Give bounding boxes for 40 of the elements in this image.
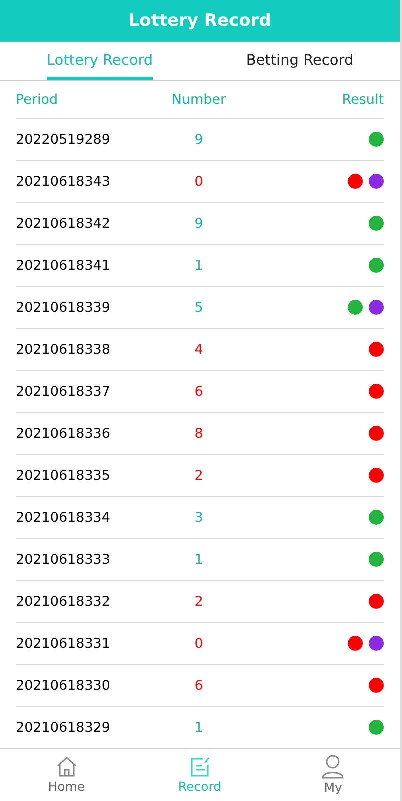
period-cell-text: 20210618330: [16, 678, 112, 694]
home-icon: [56, 756, 78, 778]
page-title: Lottery Record: [128, 11, 272, 31]
period-cell-text: 20210618336: [16, 426, 112, 442]
period-cell-text: 20210618333: [16, 552, 112, 568]
number-cell: 0: [194, 174, 204, 190]
tab[interactable]: Betting Record: [246, 42, 354, 80]
number-cell: 4: [194, 342, 204, 358]
period-cell-text: 20210618331: [16, 636, 112, 652]
number-cell: 8: [194, 426, 204, 442]
period-cell-text: 20210618339: [16, 300, 112, 316]
column-header: Period: [16, 92, 60, 108]
number-cell: 9: [194, 216, 204, 232]
number-cell: 2: [194, 594, 204, 610]
period-cell-text: 20210618343: [16, 174, 112, 190]
number-cell: 2: [194, 468, 204, 484]
period-cell-text: 20210618338: [16, 342, 112, 358]
period-cell-text: 20220519289: [16, 132, 112, 148]
number-cell: 6: [194, 384, 204, 400]
column-header: Result: [341, 92, 384, 108]
number-cell: 5: [194, 300, 204, 316]
number-cell: 0: [194, 636, 204, 652]
number-cell: 1: [194, 720, 204, 736]
period-cell-text: 20210618329: [16, 720, 112, 736]
nav-item[interactable]: Home: [0, 749, 134, 801]
number-cell: 1: [194, 552, 204, 568]
nav-item[interactable]: My: [266, 749, 400, 801]
edit-note-icon: [188, 756, 211, 778]
number-cell: 1: [194, 258, 204, 274]
period-cell-text: 20210618342: [16, 216, 112, 232]
number-cell: 6: [194, 678, 204, 694]
period-cell-text: 20210618337: [16, 384, 112, 400]
user-icon: [322, 755, 344, 779]
column-header: Number: [170, 92, 228, 108]
period-cell-text: 20210618335: [16, 468, 112, 484]
period-cell-text: 20210618332: [16, 594, 112, 610]
period-cell-text: 20210618334: [16, 510, 112, 526]
number-cell: 9: [194, 132, 204, 148]
period-cell-text: 20210618341: [16, 258, 112, 274]
number-cell: 3: [194, 510, 204, 526]
